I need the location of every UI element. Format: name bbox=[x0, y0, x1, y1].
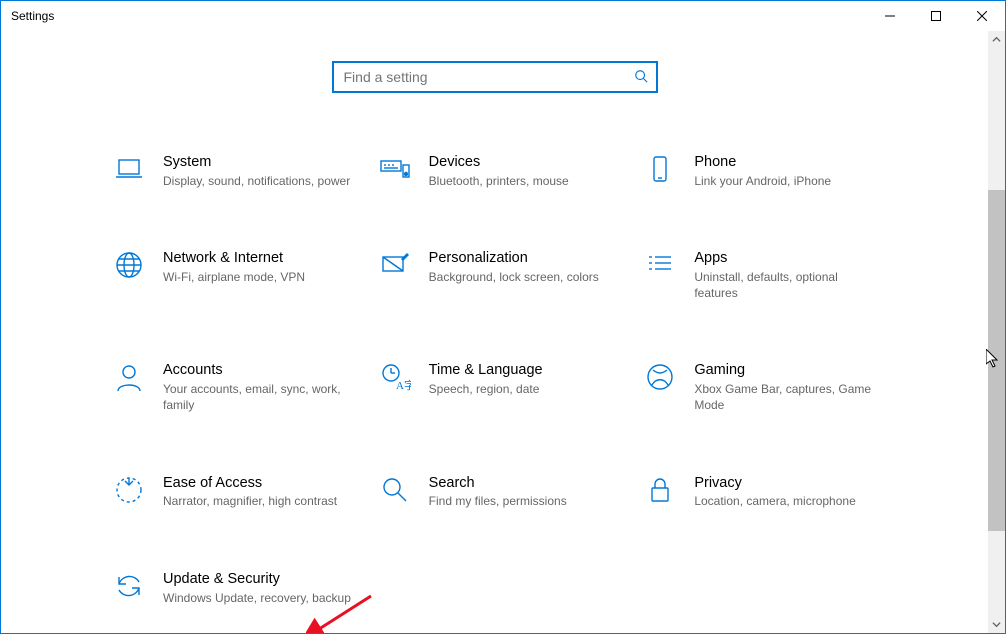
category-desc: Link your Android, iPhone bbox=[694, 174, 831, 190]
category-desc: Wi-Fi, airplane mode, VPN bbox=[163, 270, 305, 286]
category-gaming[interactable]: Gaming Xbox Game Bar, captures, Game Mod… bbox=[642, 361, 888, 413]
xbox-icon bbox=[642, 361, 678, 397]
search-box[interactable] bbox=[332, 61, 658, 93]
category-desc: Windows Update, recovery, backup bbox=[163, 591, 351, 607]
laptop-icon bbox=[111, 153, 147, 189]
scrollbar-thumb[interactable] bbox=[988, 190, 1005, 531]
category-system[interactable]: System Display, sound, notifications, po… bbox=[111, 153, 357, 189]
person-icon bbox=[111, 361, 147, 397]
category-phone[interactable]: Phone Link your Android, iPhone bbox=[642, 153, 888, 189]
category-desc: Background, lock screen, colors bbox=[429, 270, 599, 286]
category-title: Ease of Access bbox=[163, 474, 337, 493]
sync-icon bbox=[111, 570, 147, 606]
content-area: System Display, sound, notifications, po… bbox=[1, 31, 988, 633]
category-desc: Find my files, permissions bbox=[429, 494, 567, 510]
titlebar: Settings bbox=[1, 1, 1005, 31]
category-time-language[interactable]: A字 Time & Language Speech, region, date bbox=[377, 361, 623, 413]
close-button[interactable] bbox=[959, 1, 1005, 31]
category-desc: Uninstall, defaults, optional features bbox=[694, 270, 884, 301]
clock-language-icon: A字 bbox=[377, 361, 413, 397]
category-title: Time & Language bbox=[429, 361, 543, 380]
category-title: Accounts bbox=[163, 361, 353, 380]
category-privacy[interactable]: Privacy Location, camera, microphone bbox=[642, 474, 888, 510]
search-icon bbox=[634, 69, 648, 86]
scrollbar-track[interactable] bbox=[988, 48, 1005, 616]
category-title: Gaming bbox=[694, 361, 884, 380]
category-grid: System Display, sound, notifications, po… bbox=[1, 153, 988, 606]
window-title: Settings bbox=[11, 9, 54, 23]
category-desc: Your accounts, email, sync, work, family bbox=[163, 382, 353, 413]
category-accounts[interactable]: Accounts Your accounts, email, sync, wor… bbox=[111, 361, 357, 413]
category-desc: Display, sound, notifications, power bbox=[163, 174, 350, 190]
scroll-up-icon[interactable] bbox=[988, 31, 1005, 48]
category-title: Network & Internet bbox=[163, 249, 305, 268]
ease-of-access-icon bbox=[111, 474, 147, 510]
category-update-security[interactable]: Update & Security Windows Update, recove… bbox=[111, 570, 357, 606]
category-title: Update & Security bbox=[163, 570, 351, 589]
keyboard-speaker-icon bbox=[377, 153, 413, 189]
category-ease-of-access[interactable]: Ease of Access Narrator, magnifier, high… bbox=[111, 474, 357, 510]
settings-window: Settings bbox=[0, 0, 1006, 634]
category-network[interactable]: Network & Internet Wi-Fi, airplane mode,… bbox=[111, 249, 357, 301]
category-title: System bbox=[163, 153, 350, 172]
category-title: Personalization bbox=[429, 249, 599, 268]
vertical-scrollbar[interactable] bbox=[988, 31, 1005, 633]
lock-icon bbox=[642, 474, 678, 510]
category-title: Devices bbox=[429, 153, 569, 172]
category-desc: Narrator, magnifier, high contrast bbox=[163, 494, 337, 510]
category-title: Phone bbox=[694, 153, 831, 172]
category-title: Apps bbox=[694, 249, 884, 268]
category-search[interactable]: Search Find my files, permissions bbox=[377, 474, 623, 510]
globe-icon bbox=[111, 249, 147, 285]
category-devices[interactable]: Devices Bluetooth, printers, mouse bbox=[377, 153, 623, 189]
category-desc: Xbox Game Bar, captures, Game Mode bbox=[694, 382, 884, 413]
category-desc: Location, camera, microphone bbox=[694, 494, 855, 510]
search-input[interactable] bbox=[342, 68, 634, 86]
scroll-down-icon[interactable] bbox=[988, 616, 1005, 633]
magnifier-icon bbox=[377, 474, 413, 510]
phone-icon bbox=[642, 153, 678, 189]
minimize-button[interactable] bbox=[867, 1, 913, 31]
category-title: Privacy bbox=[694, 474, 855, 493]
maximize-button[interactable] bbox=[913, 1, 959, 31]
paint-icon bbox=[377, 249, 413, 285]
category-apps[interactable]: Apps Uninstall, defaults, optional featu… bbox=[642, 249, 888, 301]
category-personalization[interactable]: Personalization Background, lock screen,… bbox=[377, 249, 623, 301]
list-icon bbox=[642, 249, 678, 285]
svg-text:A字: A字 bbox=[396, 378, 411, 392]
category-desc: Speech, region, date bbox=[429, 382, 543, 398]
window-controls bbox=[867, 1, 1005, 31]
category-title: Search bbox=[429, 474, 567, 493]
category-desc: Bluetooth, printers, mouse bbox=[429, 174, 569, 190]
